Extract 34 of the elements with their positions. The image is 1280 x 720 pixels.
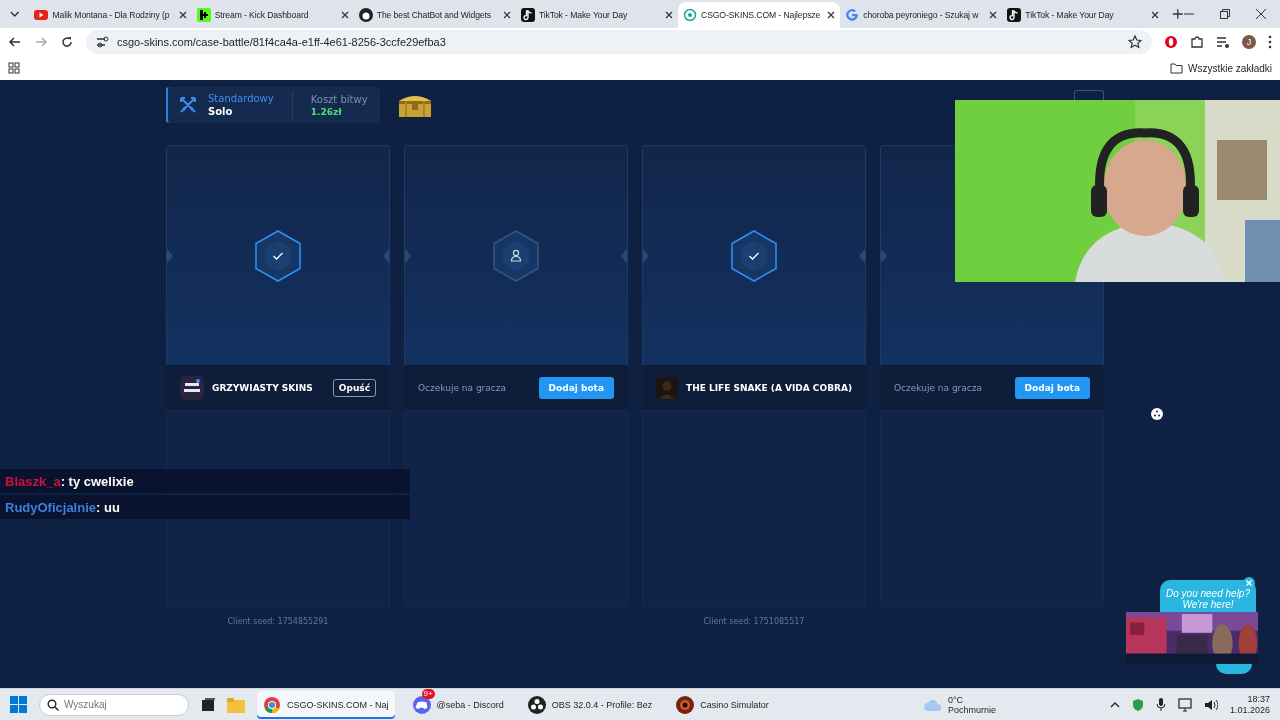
- taskbar-search-field[interactable]: Wyszukaj: [39, 693, 189, 716]
- player-name: THE LIFE SNAKE (A VIDA COBRA): [686, 382, 852, 393]
- chat-username: Blaszk_a: [5, 473, 61, 489]
- cost-label: Koszt bitwy: [310, 93, 368, 105]
- waiting-text: Oczekuje na gracza: [894, 382, 984, 393]
- browser-tab[interactable]: CSGO-SKINS.COM - Najlepsze: [678, 2, 841, 28]
- waiting-text: Oczekuje na gracza: [418, 382, 508, 393]
- client-seed: Client seed: 1751085517: [703, 616, 805, 626]
- browser-tab[interactable]: TikTok - Make Your Day: [1002, 2, 1165, 28]
- browser-tab[interactable]: TikTok - Make Your Day: [515, 2, 679, 28]
- browser-tab[interactable]: Stream - Kick Dashboard: [191, 2, 354, 28]
- taskbar-app[interactable]: CSGO-SKINS.COM - Naj: [257, 690, 395, 719]
- battle-type: Solo: [208, 106, 234, 117]
- weather-condition: Pochmurnie: [947, 704, 996, 715]
- address-bar[interactable]: csgo-skins.com/case-battle/81f4ca4a-e1ff-4e61-8256-3ccfe29efba3: [86, 30, 1152, 54]
- taskbar-app[interactable]: @seba - Discord 9+: [406, 690, 510, 719]
- battle-mode: Standardowy: [208, 93, 274, 104]
- taskbar-app[interactable]: Casino Simulator: [670, 690, 775, 719]
- chat-text: : uu: [96, 499, 120, 515]
- temperature: 0°C: [947, 694, 965, 705]
- clock-time[interactable]: 18:37: [1247, 693, 1270, 705]
- browser-tab[interactable]: Malik Montana - Dla Rodziny (p: [29, 2, 192, 28]
- browser-tab[interactable]: choroba peyroniego - Szukaj w: [840, 2, 1003, 28]
- taskbar-app[interactable]: OBS 32.0.4 - Profile: Bez: [521, 690, 659, 719]
- bookmarks-link[interactable]: Wszystkie zakładki: [1188, 62, 1272, 74]
- clock-date[interactable]: 1.01.2026: [1229, 704, 1270, 716]
- leave-button[interactable]: Opuść: [332, 378, 376, 397]
- profile-avatar[interactable]: J: [1242, 35, 1256, 49]
- notification-badge: 9+: [421, 688, 435, 699]
- client-seed: Client seed: 1754855291: [227, 616, 329, 626]
- battle-cost: 1.26zł: [310, 106, 343, 117]
- player-name: GRZYWIASTY SKINS: [212, 382, 314, 393]
- browser-tab[interactable]: The best ChatBot and Widgets: [353, 2, 516, 28]
- chat-text: : ty cwelixie: [60, 473, 134, 489]
